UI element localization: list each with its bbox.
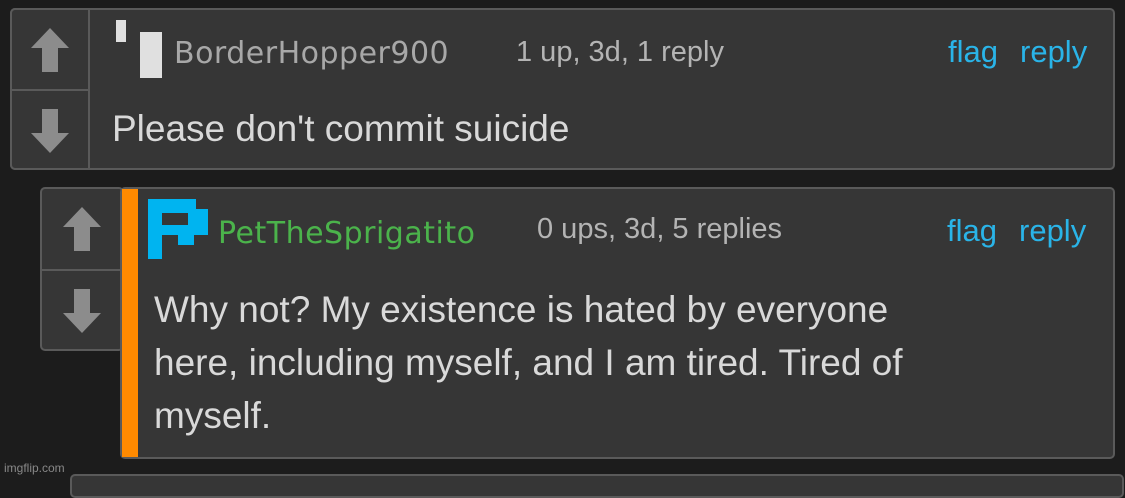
comment-meta: 1 up, 3d, 1 reply (516, 36, 724, 68)
comment-petthesprigatito: PetTheSprigatito 0 ups, 3d, 5 replies fl… (120, 187, 1115, 459)
downvote-button[interactable] (42, 271, 122, 351)
next-comment-edge (70, 474, 1124, 498)
flag-link[interactable]: flag (948, 34, 998, 70)
comment-text: Please don't commit suicide (112, 108, 570, 149)
reply-link[interactable]: reply (1019, 213, 1086, 249)
comment-text: Why not? My existence is hated by everyo… (154, 283, 903, 442)
reply-indicator-bar (122, 189, 138, 457)
comment-body: BorderHopper900 1 up, 3d, 1 reply flag r… (92, 10, 1113, 168)
vote-column (40, 187, 124, 351)
comment-meta: 0 ups, 3d, 5 replies (537, 213, 783, 245)
user-avatar-icon[interactable] (148, 199, 208, 259)
watermark: imgflip.com (4, 461, 65, 475)
comment-body: PetTheSprigatito 0 ups, 3d, 5 replies fl… (122, 189, 1113, 457)
downvote-arrow-icon (63, 289, 101, 333)
comment-text-line: myself. (154, 395, 272, 436)
upvote-button[interactable] (12, 10, 88, 91)
user-avatar-icon[interactable] (112, 20, 168, 80)
upvote-arrow-icon (31, 27, 69, 72)
comment-text-line: here, including myself, and I am tired. … (154, 342, 903, 383)
vote-column (10, 8, 90, 170)
comment-borderhopper900: BorderHopper900 1 up, 3d, 1 reply flag r… (10, 8, 1115, 170)
comment-text-line: Why not? My existence is hated by everyo… (154, 289, 889, 330)
upvote-arrow-icon (63, 207, 101, 251)
username[interactable]: PetTheSprigatito (218, 216, 475, 251)
username[interactable]: BorderHopper900 (174, 36, 449, 71)
downvote-button[interactable] (12, 91, 88, 170)
upvote-button[interactable] (42, 189, 122, 271)
reply-link[interactable]: reply (1020, 34, 1087, 70)
downvote-arrow-icon (31, 108, 69, 153)
flag-link[interactable]: flag (947, 213, 997, 249)
